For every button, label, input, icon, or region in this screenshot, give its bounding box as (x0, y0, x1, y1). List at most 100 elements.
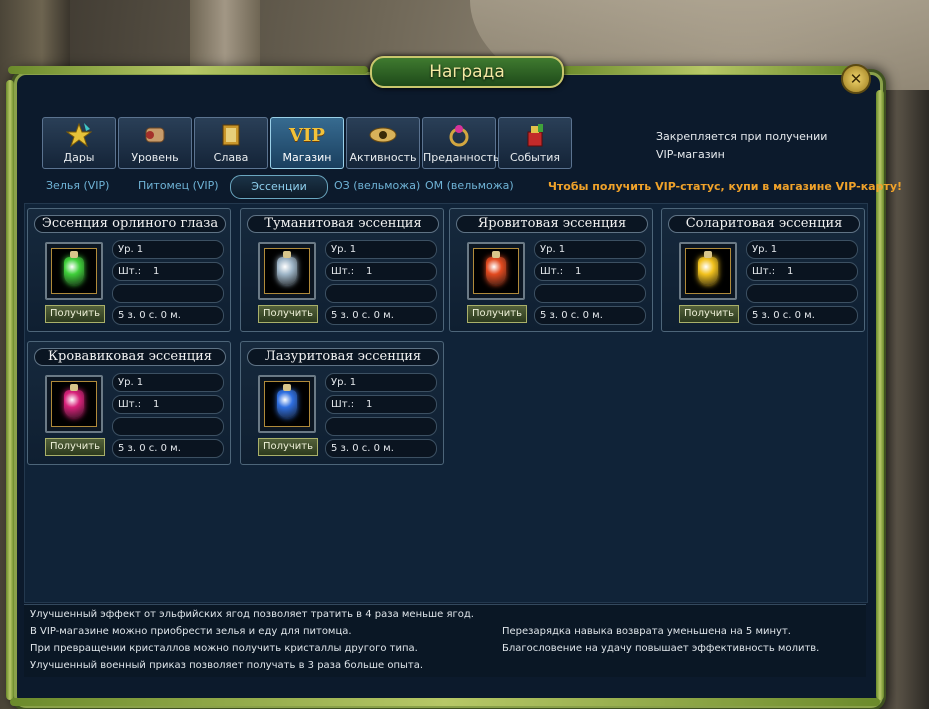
item-frame (473, 248, 519, 294)
quantity-field: Шт.: 1 (534, 262, 646, 281)
book-icon (217, 123, 245, 147)
essence-name: Лазуритовая эссенция (247, 348, 439, 366)
quantity-label: Шт.: (331, 399, 355, 410)
subtab-essences[interactable]: Эссенции (230, 175, 328, 199)
price-field: 5 з. 0 с. 0 м. (325, 306, 437, 325)
level-field: Ур. 1 (112, 373, 224, 392)
info-line: Перезарядка навыка возврата уменьшена на… (502, 626, 791, 637)
ring-icon (445, 123, 473, 147)
get-button[interactable]: Получить (45, 305, 105, 323)
info-line: При превращении кристаллов можно получит… (30, 643, 418, 654)
essence-card: Эссенция орлиного глаза Получить Ур. 1 Шт.:… (27, 208, 231, 332)
quantity-label: Шт.: (118, 399, 142, 410)
subtab-mp-noble[interactable]: ОМ (вельможа) (425, 175, 514, 197)
get-button[interactable]: Получить (258, 305, 318, 323)
item-frame (264, 381, 310, 427)
quantity-field: Шт.: 1 (746, 262, 858, 281)
tab-glory[interactable]: Слава (194, 117, 268, 169)
gift-bag-icon (521, 123, 549, 147)
essence-bottle-icon (64, 251, 84, 285)
item-slot[interactable] (679, 242, 737, 300)
essence-name: Кровавиковая эссенция (34, 348, 226, 366)
get-button[interactable]: Получить (258, 438, 318, 456)
tab-activity-label: Активность (349, 151, 417, 164)
main-tabs: Дары Уровень Слава VIP Магазин Активност… (42, 117, 572, 169)
quantity-value: 1 (787, 266, 794, 277)
item-slot[interactable] (258, 375, 316, 433)
price-field: 5 з. 0 с. 0 м. (325, 439, 437, 458)
empty-field (112, 284, 224, 303)
level-field: Ур. 1 (325, 240, 437, 259)
vip-hint: Чтобы получить VIP-статус, купи в магази… (548, 180, 903, 193)
close-icon: ✕ (849, 70, 863, 88)
essence-card: Соларитовая эссенция Получить Ур. 1 Шт.: 1 5 … (661, 208, 865, 332)
window-title-plate: Награда (370, 56, 564, 88)
quantity-value: 1 (366, 399, 373, 410)
item-slot[interactable] (467, 242, 525, 300)
quantity-field: Шт.: 1 (325, 395, 437, 414)
level-field: Ур. 1 (325, 373, 437, 392)
tab-events-label: События (509, 151, 561, 164)
vine-decoration-left (6, 80, 14, 700)
quantity-label: Шт.: (331, 266, 355, 277)
info-box: Улучшенный эффект от эльфийских ягод поз… (24, 604, 866, 677)
pin-note: Закрепляется при получении VIP-магазин (656, 128, 827, 164)
empty-field (112, 417, 224, 436)
level-field: Ур. 1 (746, 240, 858, 259)
essence-name: Соларитовая эссенция (668, 215, 860, 233)
essence-name: Эссенция орлиного глаза (34, 215, 226, 233)
essence-bottle-icon (64, 384, 84, 418)
quantity-value: 1 (153, 266, 160, 277)
tab-level-label: Уровень (131, 151, 179, 164)
tab-devotion-label: Преданность (423, 151, 500, 164)
tab-gifts[interactable]: Дары (42, 117, 116, 169)
quantity-value: 1 (575, 266, 582, 277)
item-slot[interactable] (45, 375, 103, 433)
subtab-hp-noble[interactable]: ОЗ (вельможа) (334, 175, 420, 197)
eye-icon (369, 123, 397, 147)
item-slot[interactable] (45, 242, 103, 300)
pin-note-line-2: VIP-магазин (656, 148, 725, 161)
tab-events[interactable]: События (498, 117, 572, 169)
tab-activity[interactable]: Активность (346, 117, 420, 169)
item-frame (264, 248, 310, 294)
get-button[interactable]: Получить (45, 438, 105, 456)
item-frame (685, 248, 731, 294)
quantity-label: Шт.: (540, 266, 564, 277)
essence-card: Лазуритовая эссенция Получить Ур. 1 Шт.: 1 5 … (240, 341, 444, 465)
price-field: 5 з. 0 с. 0 м. (746, 306, 858, 325)
tab-level[interactable]: Уровень (118, 117, 192, 169)
tab-devotion[interactable]: Преданность (422, 117, 500, 169)
subtab-potions-vip[interactable]: Зелья (VIP) (46, 175, 109, 197)
info-line: Улучшенный военный приказ позволяет полу… (30, 660, 424, 671)
empty-field (325, 417, 437, 436)
background-pillar (190, 0, 260, 70)
price-field: 5 з. 0 с. 0 м. (112, 439, 224, 458)
get-button[interactable]: Получить (467, 305, 527, 323)
quantity-field: Шт.: 1 (112, 262, 224, 281)
essence-card: Туманитовая эссенция Получить Ур. 1 Шт.: 1 5 … (240, 208, 444, 332)
essence-bottle-icon (486, 251, 506, 285)
quantity-label: Шт.: (118, 266, 142, 277)
get-button[interactable]: Получить (679, 305, 739, 323)
essence-name: Яровитовая эссенция (456, 215, 648, 233)
tab-glory-label: Слава (213, 151, 249, 164)
quantity-field: Шт.: 1 (325, 262, 437, 281)
close-button[interactable]: ✕ (841, 64, 871, 94)
tab-shop[interactable]: VIP Магазин (270, 117, 344, 169)
subtab-pet-vip[interactable]: Питомец (VIP) (138, 175, 219, 197)
tab-gifts-label: Дары (63, 151, 95, 164)
price-field: 5 з. 0 с. 0 м. (534, 306, 646, 325)
empty-field (746, 284, 858, 303)
vine-decoration-bottom (10, 698, 880, 706)
item-frame (51, 248, 97, 294)
essence-bottle-icon (698, 251, 718, 285)
empty-field (534, 284, 646, 303)
tab-shop-label: Магазин (282, 151, 332, 164)
essence-bottle-icon (277, 251, 297, 285)
star-icon (65, 123, 93, 147)
item-slot[interactable] (258, 242, 316, 300)
price-field: 5 з. 0 с. 0 м. (112, 306, 224, 325)
info-line: Благословение на удачу повышает эффектив… (502, 643, 820, 654)
empty-field (325, 284, 437, 303)
